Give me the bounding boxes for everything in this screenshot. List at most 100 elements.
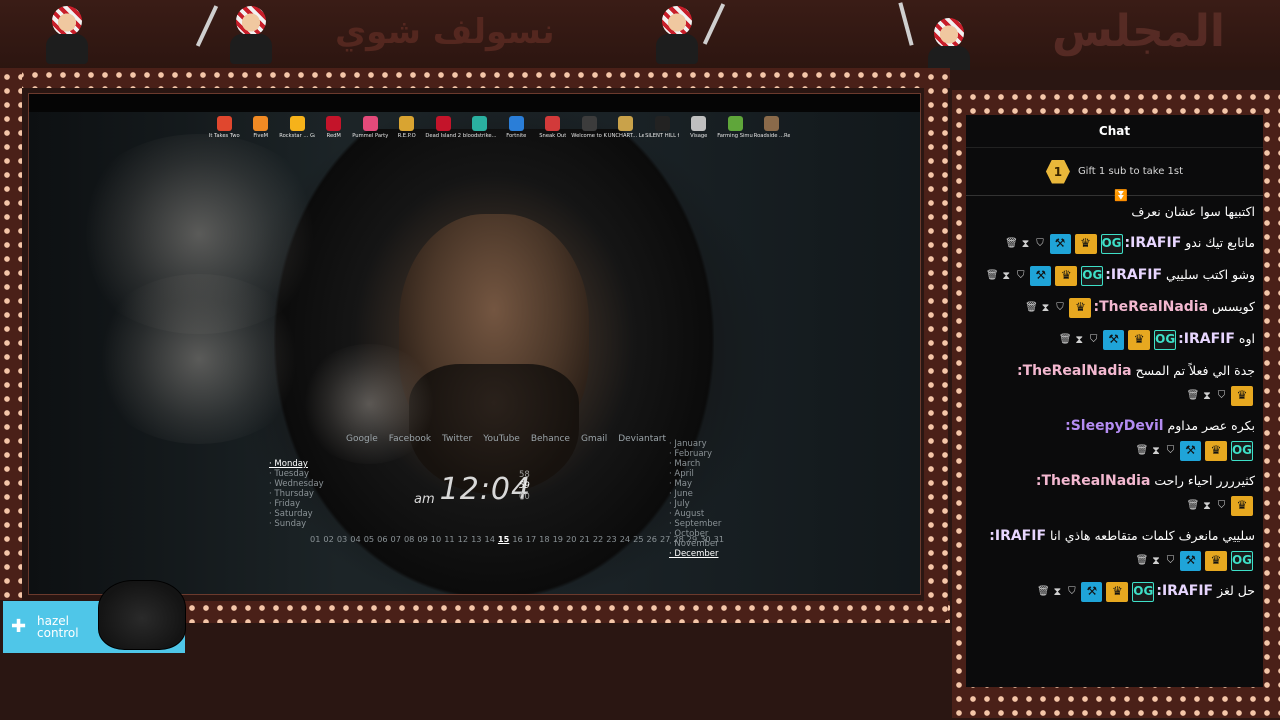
- month-item: · March: [669, 459, 701, 469]
- chat-message: حل لغز IRAFIF: OG ♛ ⚒ ⛉ ⧗ 🗑: [966, 575, 1263, 607]
- month-item: · June: [669, 489, 693, 499]
- chat-message: كثيرررر احياء راحت TheRealNadia: ♛ ⛉ ⧗ 🗑: [966, 465, 1263, 520]
- delete-icon[interactable]: 🗑: [1136, 555, 1149, 567]
- chat-message: وشو اكتب سلييي IRAFIF: OG ♛ ⚒ ⛉ ⧗ 🗑: [966, 259, 1263, 291]
- rank-medal-icon: 1: [1045, 159, 1070, 184]
- timeout-icon[interactable]: ⧗: [1052, 585, 1062, 598]
- chat-username[interactable]: IRAFIF:: [1125, 235, 1182, 251]
- quick-link[interactable]: Behance: [531, 434, 570, 444]
- chat-message-text: كويسس: [1208, 299, 1255, 314]
- chat-username[interactable]: SleepyDevil:: [1065, 418, 1163, 434]
- desktop-shortcut[interactable]: Pummel Party: [352, 116, 389, 139]
- desktop-shortcut[interactable]: Sneak Out: [535, 116, 572, 139]
- og-badge-icon: OG: [1154, 329, 1177, 350]
- desktop-icons: It Takes Two FiveM Rockstar ... Games RedM P…: [206, 116, 790, 139]
- chat-badges: ♛ ⛉ ⧗ 🗑: [1187, 495, 1253, 516]
- timeout-icon[interactable]: ⧗: [1202, 389, 1212, 402]
- delete-icon[interactable]: 🗑: [1187, 500, 1200, 512]
- chat-username[interactable]: IRAFIF:: [1178, 331, 1235, 347]
- delete-icon[interactable]: 🗑: [1059, 334, 1072, 346]
- mascot-character: [222, 2, 278, 66]
- timeout-icon[interactable]: ⧗: [1074, 333, 1084, 346]
- desktop-shortcut-label: Visage: [690, 133, 708, 139]
- desktop-shortcut-label: RedM: [326, 133, 341, 139]
- frame-border: [924, 70, 948, 620]
- og-badge-icon: OG: [1132, 581, 1155, 602]
- chat-message-text: بكره عصر مداوم: [1163, 418, 1255, 433]
- chat-message-text: ماتابع تيك ندو: [1181, 235, 1255, 250]
- chat-badges: OG ♛ ⚒ ⛉ ⧗ 🗑: [1005, 233, 1123, 254]
- weekday-item: · Saturday: [269, 509, 313, 519]
- chat-username[interactable]: IRAFIF:: [989, 528, 1046, 544]
- shield-icon[interactable]: ⛉: [1165, 445, 1176, 457]
- weekday-item: · Friday: [269, 499, 301, 509]
- delete-icon[interactable]: 🗑: [1136, 445, 1149, 457]
- chat-username[interactable]: TheRealNadia:: [1036, 473, 1151, 489]
- delete-icon[interactable]: 🗑: [1005, 238, 1018, 250]
- delete-icon[interactable]: 🗑: [986, 270, 999, 282]
- quick-link[interactable]: Deviantart: [618, 434, 666, 444]
- shield-icon[interactable]: ⛉: [1088, 334, 1099, 346]
- shield-icon[interactable]: ⛉: [1015, 270, 1026, 282]
- desktop-shortcut[interactable]: SILENT HILL f: [644, 116, 681, 139]
- desktop-shortcut[interactable]: bloodstrike...: [462, 116, 499, 139]
- month-item: · November: [669, 539, 719, 549]
- wallpaper-smoke: [299, 344, 439, 464]
- app-icon: [435, 116, 451, 131]
- delete-icon[interactable]: 🗑: [1037, 586, 1050, 598]
- timeout-icon[interactable]: ⧗: [1202, 499, 1212, 512]
- shield-icon[interactable]: ⛉: [1066, 586, 1077, 598]
- chat-username[interactable]: TheRealNadia:: [1017, 363, 1132, 379]
- quick-link[interactable]: Gmail: [581, 434, 607, 444]
- seconds-item: 59: [519, 481, 530, 491]
- timeout-icon[interactable]: ⧗: [1151, 444, 1161, 457]
- weekday-item: · Monday: [269, 459, 308, 469]
- vip-crown-badge-icon: ♛: [1205, 440, 1227, 461]
- desktop-shortcut[interactable]: Rockstar ... Games: [279, 116, 316, 139]
- desktop-shortcut-label: FiveM: [253, 133, 269, 139]
- quick-link[interactable]: Facebook: [389, 434, 431, 444]
- moderator-badge-icon: ⚒: [1030, 265, 1052, 286]
- date-item: 05: [363, 534, 375, 544]
- gift-sub-banner[interactable]: 1 Gift 1 sub to take 1st ⏬: [966, 148, 1263, 202]
- desktop-shortcut[interactable]: RedM: [316, 116, 353, 139]
- shield-icon[interactable]: ⛉: [1054, 302, 1065, 314]
- quick-link[interactable]: YouTube: [483, 434, 520, 444]
- scroll-down-icon[interactable]: ⏬: [1114, 189, 1128, 202]
- vip-crown-badge-icon: ♛: [1069, 297, 1092, 318]
- timeout-icon[interactable]: ⧗: [1021, 237, 1031, 250]
- chat-username[interactable]: TheRealNadia:: [1093, 299, 1208, 315]
- shield-icon[interactable]: ⛉: [1035, 238, 1046, 250]
- timeout-icon[interactable]: ⧗: [1001, 269, 1011, 282]
- desktop-shortcut[interactable]: It Takes Two: [206, 116, 243, 139]
- desktop-shortcut[interactable]: Fortnite: [498, 116, 535, 139]
- date-item: 04: [350, 534, 361, 544]
- quick-link[interactable]: Google: [346, 434, 378, 444]
- chat-badges: OG ♛ ⚒ ⛉ ⧗ 🗑: [1136, 550, 1253, 571]
- timeout-icon[interactable]: ⧗: [1151, 554, 1161, 567]
- delete-icon[interactable]: 🗑: [1025, 302, 1038, 314]
- chat-badges: OG ♛ ⚒ ⛉ ⧗ 🗑: [1136, 440, 1253, 461]
- chat-message-text: وشو اكتب سلييي: [1162, 267, 1255, 282]
- weekday-list: · Monday · Tuesday · Wednesday · Thursday · …: [269, 459, 324, 529]
- app-icon: [253, 116, 269, 131]
- timeout-icon[interactable]: ⧗: [1040, 301, 1050, 314]
- date-item: 15: [497, 534, 510, 544]
- desktop-shortcut[interactable]: Roadside ...Researc: [754, 116, 791, 139]
- shield-icon[interactable]: ⛉: [1165, 555, 1176, 567]
- date-item: 01: [310, 534, 321, 544]
- delete-icon[interactable]: 🗑: [1187, 390, 1200, 402]
- desktop-shortcut[interactable]: UNCHART... Legacy of: [608, 116, 645, 139]
- chat-badges: OG ♛ ⚒ ⛉ ⧗ 🗑: [1037, 581, 1155, 602]
- shield-icon[interactable]: ⛉: [1216, 390, 1227, 402]
- chat-username[interactable]: IRAFIF:: [1156, 583, 1213, 599]
- desktop-shortcut[interactable]: FiveM: [243, 116, 280, 139]
- chat-username[interactable]: IRAFIF:: [1105, 267, 1162, 283]
- shield-icon[interactable]: ⛉: [1216, 500, 1227, 512]
- desktop-shortcut[interactable]: Dead Island 2: [425, 116, 462, 139]
- desktop-shortcut[interactable]: Welcome to Kowloon: [571, 116, 608, 139]
- desktop-shortcut[interactable]: Farming Simulator 25: [717, 116, 754, 139]
- quick-link[interactable]: Twitter: [442, 434, 472, 444]
- desktop-shortcut[interactable]: Visage: [681, 116, 718, 139]
- desktop-shortcut[interactable]: R.E.P.O: [389, 116, 426, 139]
